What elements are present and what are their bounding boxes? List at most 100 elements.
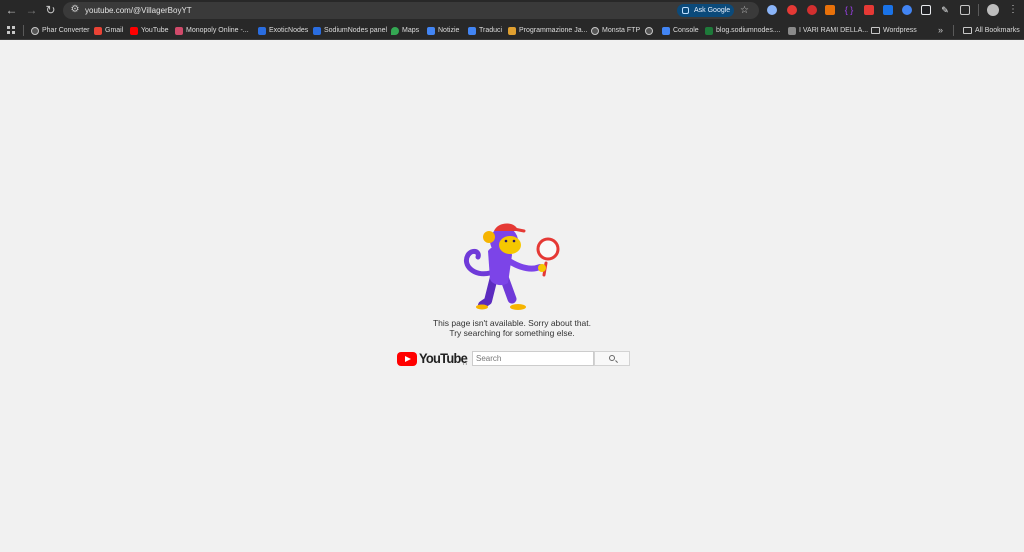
- ext-monitor-icon[interactable]: [921, 5, 931, 15]
- search-icon: [609, 355, 615, 361]
- kebab-menu-icon[interactable]: ⋮: [1008, 3, 1018, 17]
- youtube-icon: [130, 26, 138, 35]
- bookmark-label: Console: [673, 27, 699, 34]
- bookmark-label: I VARI RAMI DELLA...: [799, 27, 869, 34]
- folder-icon: [871, 27, 880, 34]
- bookmark-label: Phar Converter: [42, 27, 90, 34]
- url-text[interactable]: youtube.com/@VillagerBoyYT: [85, 2, 192, 19]
- country-code: IT: [463, 361, 468, 367]
- bookmark-sodiumnodes-panel[interactable]: SodiumNodes panel: [313, 21, 387, 40]
- ask-google-label: Ask Google: [694, 7, 731, 14]
- bookmark-label: blog.sodiumnodes....: [716, 27, 781, 34]
- monkey-ear: [483, 231, 495, 243]
- bookmark-monsta-ftp[interactable]: Monsta FTP: [591, 21, 640, 40]
- bookmark-console[interactable]: Console: [662, 21, 699, 40]
- monkey-eye: [512, 239, 516, 243]
- document-icon: [788, 26, 796, 35]
- ext-maple-icon[interactable]: [825, 5, 835, 15]
- globe-icon: [31, 26, 39, 35]
- apps-grid-icon[interactable]: [7, 26, 15, 34]
- blog-icon: [705, 26, 713, 35]
- ext-grammar-icon[interactable]: [902, 5, 912, 15]
- bookmark-gmail[interactable]: Gmail: [94, 21, 123, 40]
- error-message-line2: Try searching for something else.: [449, 328, 575, 338]
- bookmark-label: SodiumNodes panel: [324, 27, 388, 34]
- error-message-line1: This page isn't available. Sorry about t…: [432, 318, 592, 328]
- bookmark-exoticnodes[interactable]: ExoticNodes: [258, 21, 308, 40]
- maps-pin-icon: [391, 26, 399, 35]
- search-button[interactable]: [594, 351, 630, 366]
- forward-arrow-icon[interactable]: →: [24, 3, 39, 18]
- bookmarks-bar: Phar Converter Gmail YouTube Monopoly On…: [0, 21, 1024, 40]
- bookmark-label: Traduci: [479, 27, 503, 34]
- reload-icon[interactable]: ↻: [43, 3, 58, 18]
- translate-icon: [468, 26, 476, 35]
- address-bar[interactable]: ⚙ youtube.com/@VillagerBoyYT Ask Google …: [63, 2, 759, 19]
- star-icon[interactable]: ☆: [740, 2, 749, 19]
- sodiumnodes-icon: [313, 26, 321, 35]
- ext-abp-icon[interactable]: [864, 5, 874, 15]
- globe-icon: [591, 26, 599, 35]
- tune-icon[interactable]: ⚙: [68, 3, 82, 17]
- monkey-arm: [503, 256, 543, 272]
- bookmark-monopoly[interactable]: Monopoly Online -...: [175, 21, 249, 40]
- monkey-face: [499, 236, 521, 254]
- bookmarks-divider: [23, 25, 24, 36]
- ext-red-tube-icon[interactable]: [787, 5, 797, 15]
- magnifier-icon: [536, 237, 560, 261]
- bookmark-blog-sodiumnodes[interactable]: blog.sodiumnodes....: [705, 21, 781, 40]
- bookmark-phar-converter[interactable]: Phar Converter: [31, 21, 89, 40]
- ext-red-record-icon[interactable]: [807, 5, 817, 15]
- bookmark-folder-wordpress[interactable]: Wordpress: [871, 21, 917, 40]
- gmail-icon: [94, 26, 102, 35]
- browser-toolbar: ← → ↻ ⚙ youtube.com/@VillagerBoyYT Ask G…: [0, 0, 1024, 21]
- bookmark-label: ExoticNodes: [269, 27, 309, 34]
- ext-feather-icon[interactable]: ✎: [940, 5, 950, 15]
- bookmark-label: Monopoly Online -...: [186, 27, 249, 34]
- avatar-icon[interactable]: [987, 4, 999, 16]
- ask-google-button[interactable]: Ask Google: [677, 4, 734, 17]
- ext-code-brackets-icon[interactable]: { }: [844, 5, 854, 15]
- all-bookmarks-label: All Bookmarks: [975, 27, 1020, 34]
- all-bookmarks-button[interactable]: All Bookmarks: [963, 21, 1020, 40]
- monkey-tail: [464, 248, 493, 277]
- ext-globe-icon[interactable]: [767, 5, 777, 15]
- exoticnodes-icon: [258, 26, 266, 35]
- monkey-illustration: [464, 223, 560, 310]
- bookmark-traduci[interactable]: Traduci: [468, 21, 502, 40]
- search-input[interactable]: [472, 351, 594, 366]
- bookmark-maps[interactable]: Maps: [391, 21, 419, 40]
- bookmark-label: YouTube: [141, 27, 169, 34]
- bookmark-notizie[interactable]: Notizie: [427, 21, 459, 40]
- bookmark-label: Monsta FTP: [602, 27, 641, 34]
- monkey-front-foot: [510, 304, 526, 310]
- monkey-back-foot: [476, 304, 488, 310]
- bookmark-youtube[interactable]: YouTube: [130, 21, 169, 40]
- back-arrow-icon[interactable]: ←: [4, 3, 19, 18]
- monkey-cap-brim: [512, 227, 526, 233]
- bookmarks-divider: [953, 25, 954, 36]
- bookmark-i-vari-rami[interactable]: I VARI RAMI DELLA...: [788, 21, 868, 40]
- news-icon: [427, 26, 435, 35]
- bookmark-untitled[interactable]: [645, 21, 653, 40]
- globe-icon: [645, 26, 653, 35]
- toolbar-divider: [978, 4, 979, 16]
- programming-icon: [508, 26, 516, 35]
- bookmark-label: Notizie: [438, 27, 460, 34]
- monopoly-icon: [175, 26, 183, 35]
- bookmark-label: Gmail: [105, 27, 124, 34]
- youtube-wordmark: YouTube: [419, 350, 468, 366]
- ext-blue-shield-icon[interactable]: [883, 5, 893, 15]
- youtube-play-icon: [397, 352, 417, 366]
- bookmark-label: Programmazione Ja...: [519, 27, 588, 34]
- more-bookmarks-chevron-icon[interactable]: »: [938, 21, 943, 40]
- monkey-eye: [504, 239, 508, 243]
- bookmark-programmazione[interactable]: Programmazione Ja...: [508, 21, 587, 40]
- folder-icon: [963, 27, 972, 34]
- console-icon: [662, 26, 670, 35]
- bookmark-label: Maps: [402, 27, 420, 34]
- youtube-logo[interactable]: YouTube IT: [397, 350, 471, 369]
- monkey-hand: [538, 264, 546, 272]
- puzzle-icon[interactable]: [960, 5, 970, 15]
- lens-icon: [682, 7, 689, 14]
